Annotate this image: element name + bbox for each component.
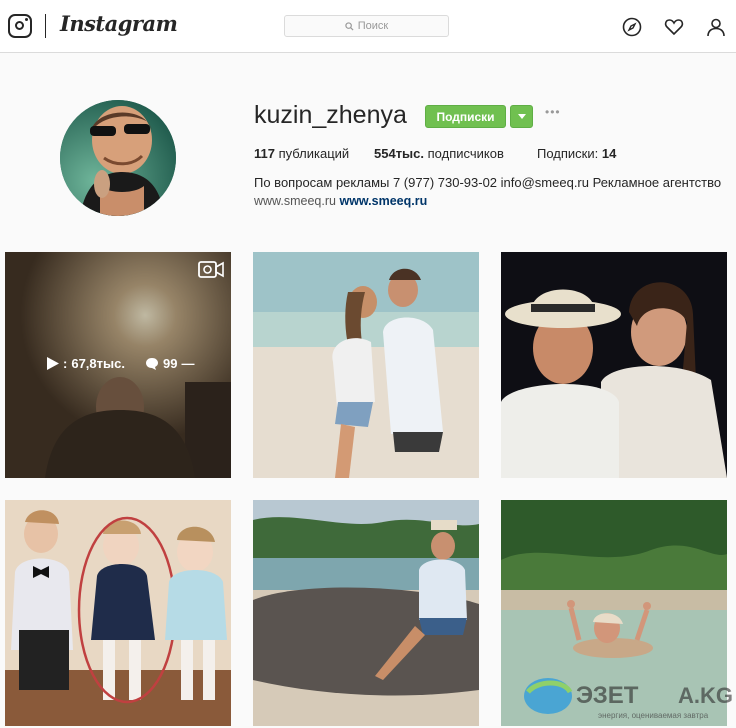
svg-text:ЭЗЕТ: ЭЗЕТ: [576, 682, 639, 709]
follow-dropdown-button[interactable]: [510, 105, 533, 128]
post-tile-video[interactable]: :67,8тыс. 99 —: [5, 252, 231, 478]
followers-count-stat[interactable]: 554тыс. подписчиков: [374, 146, 504, 161]
website-link[interactable]: www.smeeq.ru: [339, 194, 427, 208]
post-tile-beach-kiss[interactable]: [253, 252, 479, 478]
post-image: [253, 252, 479, 478]
post-tile-kids[interactable]: [5, 500, 231, 726]
profile-bio: По вопросам рекламы 7 (977) 730-93-02 in…: [254, 175, 722, 190]
video-camera-icon: [198, 261, 224, 278]
play-icon: [47, 357, 59, 370]
post-image: [501, 252, 727, 478]
logo-divider: [45, 14, 46, 38]
following-count-stat[interactable]: Подписки: 14: [537, 146, 616, 161]
instagram-glyph-icon[interactable]: [8, 14, 32, 38]
top-navigation-bar: Instagram Поиск: [0, 0, 736, 53]
comments-stat: 99 —: [145, 356, 194, 371]
views-stat: :67,8тыс.: [47, 356, 125, 371]
profile-avatar[interactable]: [60, 100, 176, 216]
heart-icon[interactable]: [664, 17, 684, 37]
svg-text:A.KG: A.KG: [678, 683, 733, 708]
search-placeholder: Поиск: [357, 20, 389, 32]
post-image: [253, 500, 479, 726]
profile-links: www.smeeq.ru www.smeeq.ru: [254, 194, 427, 208]
instagram-wordmark[interactable]: Instagram: [60, 11, 178, 36]
comment-bubble-icon: [146, 358, 158, 370]
following-button[interactable]: Подписки: [425, 105, 506, 128]
svg-text:энергия, оцениваемая завтра: энергия, оцениваемая завтра: [598, 711, 709, 720]
search-input[interactable]: Поиск: [284, 15, 449, 37]
post-tile-couple-night[interactable]: [501, 252, 727, 478]
profile-header: kuzin_zhenya Подписки ••• 117 публикаций…: [0, 53, 736, 248]
profile-username: kuzin_zhenya: [254, 101, 407, 129]
search-icon: [345, 21, 354, 31]
more-options-button[interactable]: •••: [545, 105, 561, 119]
post-image: [5, 500, 231, 726]
profile-icon[interactable]: [706, 17, 726, 37]
posts-count-stat: 117 публикаций: [254, 146, 350, 161]
post-tile-rocks[interactable]: [253, 500, 479, 726]
chevron-down-icon: [517, 114, 526, 119]
site-watermark: ЭЗЕТ A.KG энергия, оцениваемая завтра: [518, 670, 736, 723]
bio-link-plain: www.smeeq.ru: [254, 194, 336, 208]
explore-compass-icon[interactable]: [622, 17, 642, 37]
watermark-logo: ЭЗЕТ A.KG энергия, оцениваемая завтра: [524, 678, 733, 720]
